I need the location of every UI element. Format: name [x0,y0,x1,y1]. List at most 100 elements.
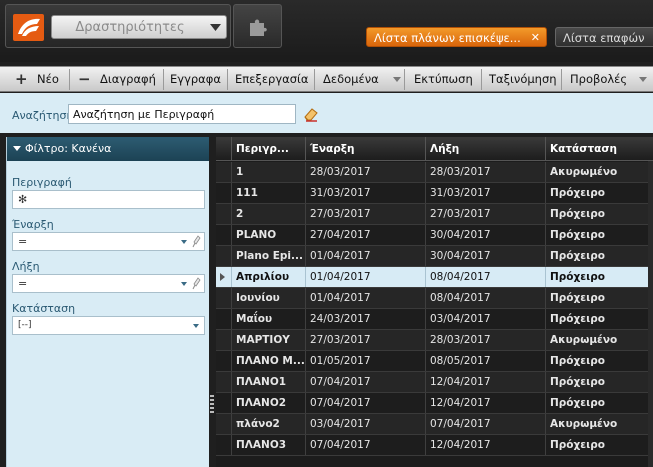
delete-button[interactable]: − Διαγραφή [71,69,164,90]
module-select[interactable]: Δραστηριότητες [51,15,227,39]
plugins-button[interactable] [233,4,282,48]
table-row[interactable]: ΜΑΡΤΙΟΥ 27/03/2017 28/03/2017 Ακυρωμένο [216,330,653,351]
chevron-down-icon[interactable] [181,282,187,286]
sort-button[interactable]: Ταξινόμηση [483,69,562,90]
row-indicator [216,267,230,287]
new-button[interactable]: + Νέο [6,69,70,90]
end-date-cell: 12/04/2017 [425,393,545,413]
status-cell: Πρόχειρο [545,204,648,224]
records-grid: Περιγρ... Έναρξη Λήξη Κατάσταση 1 28/03/2… [216,137,653,467]
delete-label: Διαγραφή [100,72,156,86]
table-row[interactable]: Plano Epi... 01/04/2017 30/04/2017 Πρόχειρο [216,246,653,267]
status-cell: Ακυρωμένο [545,414,648,434]
table-row[interactable]: Μαΐου 24/03/2017 03/04/2017 Πρόχειρο [216,309,653,330]
table-row[interactable]: ΠΛΑΝΟ3 07/04/2017 12/04/2017 Πρόχειρο [216,435,653,456]
description-filter-label: Περιγραφή [12,176,72,189]
description-cell: PLANO [231,225,305,245]
end-date-cell: 31/03/2017 [425,183,545,203]
description-cell: Απριλίου [231,267,305,287]
status-cell: Πρόχειρο [545,351,648,371]
description-cell: Plano Epi... [231,246,305,266]
puzzle-icon [250,19,267,36]
table-row[interactable]: ΠΛΑΝΟ2 07/04/2017 12/04/2017 Πρόχειρο [216,393,653,414]
table-row[interactable]: Απριλίου 01/04/2017 08/04/2017 Πρόχειρο [216,267,653,288]
table-row[interactable]: πλάνο2 03/04/2017 07/04/2017 Ακυρωμένο [216,414,653,435]
description-cell: ΠΛΑΝΟ3 [231,435,305,455]
table-row[interactable]: ΠΛΑΝΟ1 07/04/2017 12/04/2017 Πρόχειρο [216,372,653,393]
sort-label: Ταξινόμηση [489,72,557,86]
column-header-start[interactable]: Έναρξη [305,137,425,161]
status-filter-select[interactable]: [--] [12,316,205,335]
table-row[interactable]: ΠΛΑΝΟ Μ... 01/05/2017 08/05/2017 Πρόχειρο [216,351,653,372]
status-cell: Ακυρωμένο [545,330,648,350]
print-label: Εκτύπωση [414,72,473,86]
description-filter-input[interactable]: ✻ [12,190,205,209]
start-date-cell: 31/03/2017 [305,183,425,203]
tab-contacts[interactable]: Λίστα επαφών [555,27,653,47]
end-filter-label: Λήξη [12,260,40,273]
start-filter-label: Έναρξη [12,218,54,231]
search-input[interactable] [68,104,296,124]
data-label: Δεδομένα [323,72,379,86]
start-date-cell: 01/04/2017 [305,267,425,287]
end-date-cell: 08/04/2017 [425,288,545,308]
search-bar: Αναζήτηση [0,93,653,133]
status-cell: Πρόχειρο [545,372,648,392]
row-indicator [216,435,230,455]
row-indicator [216,351,230,371]
wildcard-icon: ✻ [18,193,28,206]
current-row-icon [220,273,225,281]
start-date-cell: 01/04/2017 [305,246,425,266]
chevron-down-icon [193,324,199,328]
row-indicator [216,414,230,434]
close-icon[interactable]: ✕ [531,31,540,44]
table-row[interactable]: 1 28/03/2017 28/03/2017 Ακυρωμένο [216,162,653,183]
tab-label: Λίστα πλάνων επισκέψε... [374,31,521,45]
pin-icon[interactable] [192,235,201,248]
print-button[interactable]: Εκτύπωση [406,69,482,90]
chevron-down-icon[interactable] [181,240,187,244]
description-cell: πλάνο2 [231,414,305,434]
data-menu-button[interactable]: Δεδομένα [316,69,405,90]
description-cell: ΠΛΑΝΟ1 [231,372,305,392]
end-date-cell: 28/03/2017 [425,162,545,182]
table-row[interactable]: 2 27/03/2017 27/03/2017 Πρόχειρο [216,204,653,225]
column-header-end[interactable]: Λήξη [425,137,545,161]
table-row[interactable]: Ιουνίου 01/04/2017 08/04/2017 Πρόχειρο [216,288,653,309]
panel-splitter[interactable] [209,137,215,467]
table-row[interactable]: 111 31/03/2017 31/03/2017 Πρόχειρο [216,183,653,204]
table-row[interactable]: PLANO 27/04/2017 30/04/2017 Πρόχειρο [216,225,653,246]
status-cell: Πρόχειρο [545,183,648,203]
filter-header[interactable]: Φίλτρο: Κανένα [7,137,210,161]
filter-panel: Φίλτρο: Κανένα Περιγραφή ✻ Έναρξη = Λήξη… [6,137,210,467]
vertical-scrollbar[interactable] [648,161,653,467]
processing-button[interactable]: Επεξεργασία [229,69,315,90]
status-cell: Πρόχειρο [545,288,648,308]
status-cell: Πρόχειρο [545,225,648,245]
documents-button[interactable]: Εγγραφα [165,69,228,90]
top-bar: Δραστηριότητες Λίστα πλάνων επισκέψε... … [0,0,653,62]
end-filter-input[interactable]: = [12,274,205,293]
tab-label: Λίστα επαφών [563,31,645,45]
operator-value: = [18,277,28,290]
views-label: Προβολές [570,72,628,86]
eraser-icon[interactable] [302,106,320,122]
column-header-description[interactable]: Περιγρ... [231,137,305,161]
views-menu-button[interactable]: Προβολές [563,69,653,90]
description-cell: ΠΛΑΝΟ2 [231,393,305,413]
status-cell: Πρόχειρο [545,435,648,455]
status-cell: Πρόχειρο [545,267,648,287]
chevron-down-icon [639,77,647,82]
start-date-cell: 24/03/2017 [305,309,425,329]
operator-value: = [18,235,28,248]
start-filter-input[interactable]: = [12,232,205,251]
plus-icon: + [15,70,28,88]
description-cell: Ιουνίου [231,288,305,308]
description-cell: 2 [231,204,305,224]
column-header-status[interactable]: Κατάσταση [545,137,653,161]
documents-label: Εγγραφα [170,72,221,86]
pin-icon[interactable] [192,277,201,290]
row-indicator [216,246,230,266]
start-date-cell: 07/04/2017 [305,393,425,413]
tab-visit-plans[interactable]: Λίστα πλάνων επισκέψε... ✕ [366,27,547,47]
